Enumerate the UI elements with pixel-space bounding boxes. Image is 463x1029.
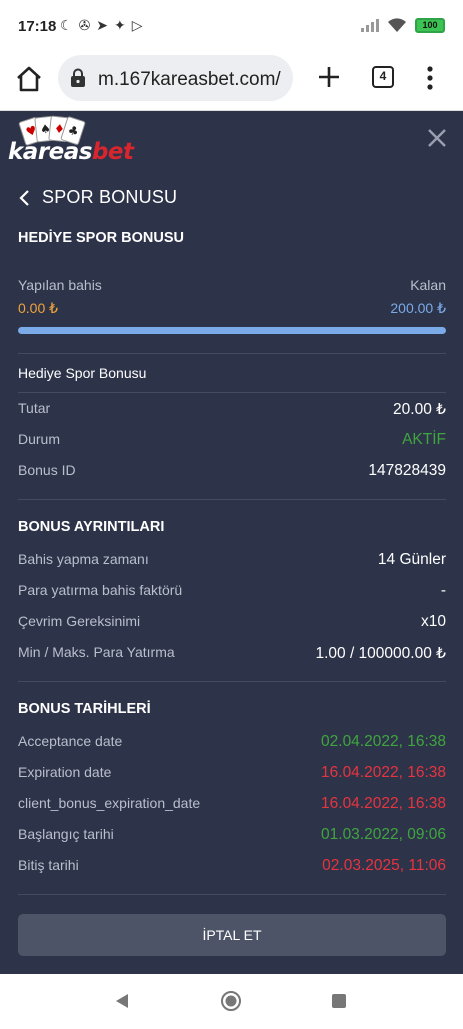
- chevron-left-icon[interactable]: [18, 189, 30, 207]
- nav-recents-icon[interactable]: [332, 994, 346, 1008]
- divider: [18, 894, 446, 895]
- nav-back-icon[interactable]: [114, 992, 130, 1010]
- remaining-label: Kalan: [410, 277, 446, 293]
- url-text[interactable]: m.167kareasbet.com/: [98, 69, 288, 91]
- mute-icon: ✇: [78, 17, 91, 33]
- deposit-range-label: Min / Maks. Para Yatırma: [18, 644, 175, 660]
- deposit-factor-value: -: [440, 582, 446, 599]
- deposit-range-value: 1.00 / 100000.00 ₺: [315, 645, 446, 662]
- bonus-heading: HEDİYE SPOR BONUSU: [18, 230, 184, 246]
- status-time: 17:18: [18, 18, 57, 35]
- end-date-label: Bitiş tarihi: [18, 857, 79, 873]
- new-tab-icon[interactable]: [316, 64, 342, 90]
- wager-requirement-value: x10: [421, 613, 446, 630]
- tab-switcher-button[interactable]: 4: [372, 66, 394, 88]
- expiration-date-label: Expiration date: [18, 764, 112, 780]
- client-expiration-label: client_bonus_expiration_date: [18, 795, 201, 811]
- betting-time-label: Bahis yapma zamanı: [18, 551, 149, 567]
- start-date-label: Başlangıç tarihi: [18, 826, 114, 842]
- remaining-value: 200.00 ₺: [390, 300, 446, 316]
- more-vert-icon[interactable]: [420, 64, 440, 92]
- telegram-icon: ➤: [96, 17, 109, 33]
- made-bets-label: Yapılan bahis: [18, 277, 102, 293]
- close-icon[interactable]: [424, 125, 450, 151]
- battery-icon: 100: [415, 17, 445, 33]
- bonus-id-label: Bonus ID: [18, 462, 76, 478]
- moon-icon: ☾: [60, 17, 73, 33]
- made-bets-value: 0.00 ₺: [18, 300, 59, 316]
- status-notification-icons: ☾ ✇ ➤ ✦ ▷: [60, 17, 143, 34]
- divider: [18, 392, 446, 393]
- dates-heading: BONUS TARİHLERİ: [18, 701, 151, 717]
- system-navigation-bar: [0, 974, 463, 1029]
- lock-icon[interactable]: [68, 68, 88, 88]
- kareasbet-logo[interactable]: ♥ ♠ ♦ ♣ kareasbet: [8, 115, 138, 169]
- client-expiration-value: 16.04.2022, 16:38: [321, 795, 446, 812]
- amount-value: 20.00 ₺: [393, 401, 446, 418]
- details-heading: BONUS AYRINTILARI: [18, 519, 165, 535]
- status-bar: 17:18 ☾ ✇ ➤ ✦ ▷ 100: [0, 0, 463, 54]
- divider: [18, 681, 446, 682]
- back-button[interactable]: SPOR BONUSU: [18, 187, 177, 208]
- status-label: Durum: [18, 431, 61, 447]
- wifi-icon: [388, 18, 406, 32]
- end-date-value: 02.03.2025, 11:06: [322, 857, 446, 874]
- page-title: SPOR BONUSU: [42, 187, 178, 207]
- status-badge: AKTİF: [402, 431, 446, 448]
- wager-requirement-label: Çevrim Gereksinimi: [18, 613, 141, 629]
- address-bar[interactable]: m.167kareasbet.com/: [58, 55, 293, 101]
- play-icon: ▷: [131, 17, 143, 33]
- browser-toolbar: m.167kareasbet.com/ 4: [0, 54, 463, 111]
- nav-home-icon[interactable]: [220, 990, 242, 1012]
- home-icon[interactable]: [14, 64, 44, 94]
- cancel-bonus-button[interactable]: İPTAL ET: [18, 914, 446, 956]
- status-system-icons: 100: [361, 17, 445, 33]
- wagering-progress-bar: [18, 327, 446, 334]
- twitter-icon: ✦: [114, 17, 126, 33]
- acceptance-date-label: Acceptance date: [18, 733, 123, 749]
- betting-time-value: 14 Günler: [377, 551, 446, 568]
- deposit-factor-label: Para yatırma bahis faktörü: [18, 582, 183, 598]
- bonus-page: ♥ ♠ ♦ ♣ kareasbet SPOR BONUSU HEDİYE SPO…: [0, 111, 463, 974]
- acceptance-date-value: 02.04.2022, 16:38: [321, 733, 446, 750]
- divider: [18, 353, 446, 354]
- logo-text-bet: bet: [91, 139, 134, 165]
- signal-icon: [361, 18, 379, 32]
- logo-text-kareas: kareas: [8, 139, 92, 165]
- divider: [18, 499, 446, 500]
- start-date-value: 01.03.2022, 09:06: [321, 826, 446, 843]
- amount-label: Tutar: [18, 400, 51, 416]
- bonus-id-value: 147828439: [368, 462, 446, 479]
- expiration-date-value: 16.04.2022, 16:38: [321, 764, 446, 781]
- bonus-name: Hediye Spor Bonusu: [18, 365, 147, 381]
